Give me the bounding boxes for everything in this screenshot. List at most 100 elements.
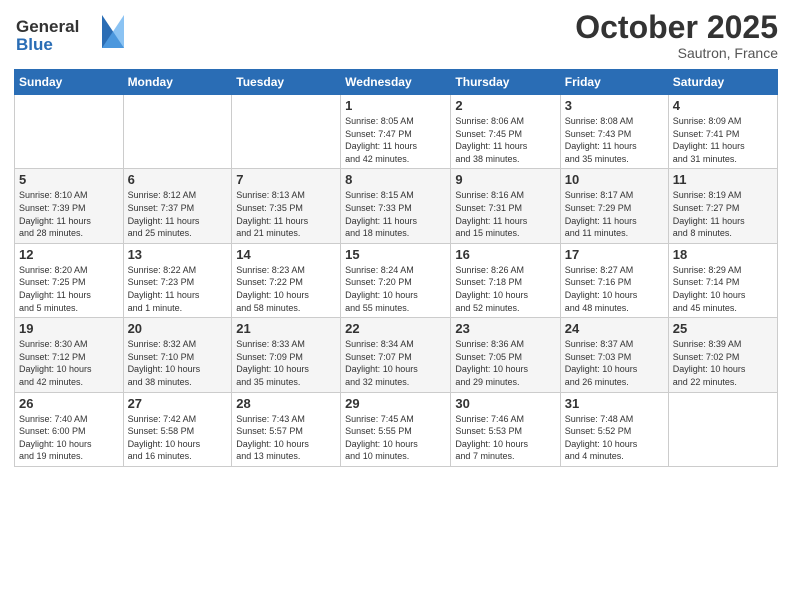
- calendar-cell: 6Sunrise: 8:12 AM Sunset: 7:37 PM Daylig…: [123, 169, 232, 243]
- weekday-header: Tuesday: [232, 70, 341, 95]
- day-number: 8: [345, 172, 446, 187]
- calendar-cell: [123, 95, 232, 169]
- calendar-cell: 1 Sunrise: 8:05 AM Sunset: 7:47 PM Daylig…: [341, 95, 451, 169]
- calendar-cell: 17 Sunrise: 8:27 AM Sunset: 7:16 PM Dayli…: [560, 243, 668, 317]
- day-info: Sunrise: 8:05 AM Sunset: 7:47 PM Dayligh…: [345, 115, 446, 165]
- day-info: Sunrise: 8:19 AM Sunset: 7:27 PM Dayligh…: [673, 189, 773, 239]
- day-info: Sunrise: 8:36 AM Sunset: 7:05 PM Dayligh…: [455, 338, 555, 388]
- month-title: October 2025: [575, 10, 778, 45]
- day-number: 5: [19, 172, 119, 187]
- day-number: 9: [455, 172, 555, 187]
- svg-text:General: General: [16, 17, 79, 36]
- weekday-header: Sunday: [15, 70, 124, 95]
- day-info: Sunrise: 8:08 AM Sunset: 7:43 PM Dayligh…: [565, 115, 664, 165]
- day-number: 27: [128, 396, 228, 411]
- day-number: 12: [19, 247, 119, 262]
- day-info: Sunrise: 8:29 AM Sunset: 7:14 PM Dayligh…: [673, 264, 773, 314]
- day-info: Sunrise: 7:46 AM Sunset: 5:53 PM Dayligh…: [455, 413, 555, 463]
- calendar-cell: [668, 392, 777, 466]
- day-number: 11: [673, 172, 773, 187]
- day-number: 23: [455, 321, 555, 336]
- calendar-cell: 13Sunrise: 8:22 AM Sunset: 7:23 PM Dayli…: [123, 243, 232, 317]
- calendar-cell: 4Sunrise: 8:09 AM Sunset: 7:41 PM Daylig…: [668, 95, 777, 169]
- day-number: 2: [455, 98, 555, 113]
- day-info: Sunrise: 8:27 AM Sunset: 7:16 PM Dayligh…: [565, 264, 664, 314]
- day-info: Sunrise: 8:39 AM Sunset: 7:02 PM Dayligh…: [673, 338, 773, 388]
- page-container: General Blue October 2025 Sautron, Franc…: [0, 0, 792, 477]
- calendar-cell: 25 Sunrise: 8:39 AM Sunset: 7:02 PM Dayli…: [668, 318, 777, 392]
- day-info: Sunrise: 8:17 AM Sunset: 7:29 PM Dayligh…: [565, 189, 664, 239]
- day-info: Sunrise: 8:33 AM Sunset: 7:09 PM Dayligh…: [236, 338, 336, 388]
- day-info: Sunrise: 8:23 AM Sunset: 7:22 PM Dayligh…: [236, 264, 336, 314]
- logo-svg: General Blue: [14, 10, 124, 58]
- logo-text-block: General Blue: [14, 10, 124, 63]
- calendar-cell: [232, 95, 341, 169]
- calendar-week-row: 19Sunrise: 8:30 AM Sunset: 7:12 PM Dayli…: [15, 318, 778, 392]
- day-number: 19: [19, 321, 119, 336]
- calendar-cell: 23 Sunrise: 8:36 AM Sunset: 7:05 PM Dayli…: [451, 318, 560, 392]
- day-info: Sunrise: 8:22 AM Sunset: 7:23 PM Dayligh…: [128, 264, 228, 314]
- calendar-cell: 12Sunrise: 8:20 AM Sunset: 7:25 PM Dayli…: [15, 243, 124, 317]
- calendar-cell: 15 Sunrise: 8:24 AM Sunset: 7:20 PM Dayli…: [341, 243, 451, 317]
- day-number: 22: [345, 321, 446, 336]
- day-number: 4: [673, 98, 773, 113]
- day-number: 6: [128, 172, 228, 187]
- day-info: Sunrise: 7:48 AM Sunset: 5:52 PM Dayligh…: [565, 413, 664, 463]
- day-info: Sunrise: 8:32 AM Sunset: 7:10 PM Dayligh…: [128, 338, 228, 388]
- day-info: Sunrise: 8:10 AM Sunset: 7:39 PM Dayligh…: [19, 189, 119, 239]
- day-info: Sunrise: 7:45 AM Sunset: 5:55 PM Dayligh…: [345, 413, 446, 463]
- day-info: Sunrise: 7:40 AM Sunset: 6:00 PM Dayligh…: [19, 413, 119, 463]
- calendar-cell: 31 Sunrise: 7:48 AM Sunset: 5:52 PM Dayli…: [560, 392, 668, 466]
- calendar-cell: 18 Sunrise: 8:29 AM Sunset: 7:14 PM Dayli…: [668, 243, 777, 317]
- day-info: Sunrise: 8:26 AM Sunset: 7:18 PM Dayligh…: [455, 264, 555, 314]
- calendar-cell: 24Sunrise: 8:37 AM Sunset: 7:03 PM Dayli…: [560, 318, 668, 392]
- day-info: Sunrise: 7:43 AM Sunset: 5:57 PM Dayligh…: [236, 413, 336, 463]
- day-number: 7: [236, 172, 336, 187]
- weekday-header: Wednesday: [341, 70, 451, 95]
- title-block: October 2025 Sautron, France: [575, 10, 778, 61]
- calendar-cell: 28Sunrise: 7:43 AM Sunset: 5:57 PM Dayli…: [232, 392, 341, 466]
- calendar-cell: 22 Sunrise: 8:34 AM Sunset: 7:07 PM Dayli…: [341, 318, 451, 392]
- weekday-header: Saturday: [668, 70, 777, 95]
- calendar-cell: 3 Sunrise: 8:08 AM Sunset: 7:43 PM Daylig…: [560, 95, 668, 169]
- day-number: 26: [19, 396, 119, 411]
- day-info: Sunrise: 7:42 AM Sunset: 5:58 PM Dayligh…: [128, 413, 228, 463]
- calendar-cell: 21 Sunrise: 8:33 AM Sunset: 7:09 PM Dayli…: [232, 318, 341, 392]
- calendar-cell: 29 Sunrise: 7:45 AM Sunset: 5:55 PM Dayli…: [341, 392, 451, 466]
- calendar-header-row: SundayMondayTuesdayWednesdayThursdayFrid…: [15, 70, 778, 95]
- day-info: Sunrise: 8:15 AM Sunset: 7:33 PM Dayligh…: [345, 189, 446, 239]
- day-number: 3: [565, 98, 664, 113]
- svg-text:Blue: Blue: [16, 35, 53, 54]
- day-info: Sunrise: 8:06 AM Sunset: 7:45 PM Dayligh…: [455, 115, 555, 165]
- calendar-cell: 16 Sunrise: 8:26 AM Sunset: 7:18 PM Dayli…: [451, 243, 560, 317]
- calendar-week-row: 12Sunrise: 8:20 AM Sunset: 7:25 PM Dayli…: [15, 243, 778, 317]
- calendar-cell: 19Sunrise: 8:30 AM Sunset: 7:12 PM Dayli…: [15, 318, 124, 392]
- calendar-cell: [15, 95, 124, 169]
- day-number: 16: [455, 247, 555, 262]
- calendar-cell: 7Sunrise: 8:13 AM Sunset: 7:35 PM Daylig…: [232, 169, 341, 243]
- day-number: 15: [345, 247, 446, 262]
- logo: General Blue: [14, 10, 124, 63]
- day-number: 29: [345, 396, 446, 411]
- calendar-week-row: 5 Sunrise: 8:10 AM Sunset: 7:39 PM Daylig…: [15, 169, 778, 243]
- day-number: 17: [565, 247, 664, 262]
- day-number: 14: [236, 247, 336, 262]
- calendar-cell: 20 Sunrise: 8:32 AM Sunset: 7:10 PM Dayli…: [123, 318, 232, 392]
- day-info: Sunrise: 8:34 AM Sunset: 7:07 PM Dayligh…: [345, 338, 446, 388]
- weekday-header: Friday: [560, 70, 668, 95]
- page-header: General Blue October 2025 Sautron, Franc…: [14, 10, 778, 63]
- day-number: 1: [345, 98, 446, 113]
- calendar-week-row: 26 Sunrise: 7:40 AM Sunset: 6:00 PM Dayli…: [15, 392, 778, 466]
- day-number: 21: [236, 321, 336, 336]
- day-number: 10: [565, 172, 664, 187]
- day-info: Sunrise: 8:24 AM Sunset: 7:20 PM Dayligh…: [345, 264, 446, 314]
- calendar-cell: 10 Sunrise: 8:17 AM Sunset: 7:29 PM Dayli…: [560, 169, 668, 243]
- day-number: 20: [128, 321, 228, 336]
- location: Sautron, France: [575, 45, 778, 61]
- weekday-header: Monday: [123, 70, 232, 95]
- day-number: 31: [565, 396, 664, 411]
- day-number: 24: [565, 321, 664, 336]
- day-number: 18: [673, 247, 773, 262]
- day-number: 25: [673, 321, 773, 336]
- calendar-cell: 26 Sunrise: 7:40 AM Sunset: 6:00 PM Dayli…: [15, 392, 124, 466]
